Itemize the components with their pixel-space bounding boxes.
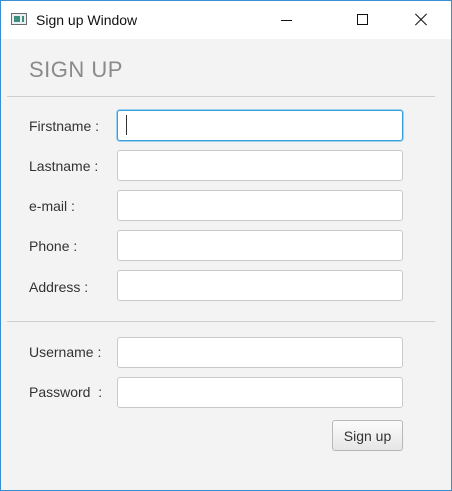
username-label: Username : xyxy=(29,344,102,360)
title-bar[interactable]: Sign up Window xyxy=(1,1,451,39)
phone-field[interactable] xyxy=(117,230,403,261)
email-label: e-mail : xyxy=(29,198,75,214)
phone-label: Phone : xyxy=(29,238,78,254)
divider-top xyxy=(7,96,435,97)
username-field[interactable] xyxy=(117,337,403,368)
minimize-icon[interactable] xyxy=(263,1,309,39)
email-field[interactable] xyxy=(117,190,403,221)
close-icon[interactable] xyxy=(397,1,443,39)
app-icon xyxy=(11,13,27,25)
page-title: SIGN UP xyxy=(29,57,123,82)
password-field[interactable] xyxy=(117,377,403,408)
window-title: Sign up Window xyxy=(36,12,138,28)
maximize-icon[interactable] xyxy=(339,1,385,39)
address-field[interactable] xyxy=(117,270,403,301)
divider-bottom xyxy=(7,321,435,322)
firstname-label: Firstname : xyxy=(29,118,100,134)
signup-window: Sign up Window SIGN UP Firstname : Lastn… xyxy=(0,0,452,491)
sign-up-button[interactable]: Sign up xyxy=(332,420,403,451)
lastname-field[interactable] xyxy=(117,150,403,181)
firstname-field[interactable] xyxy=(117,110,403,141)
text-caret xyxy=(126,115,127,135)
address-label: Address : xyxy=(29,279,89,295)
password-label: Password : xyxy=(29,384,103,400)
lastname-label: Lastname : xyxy=(29,158,99,174)
